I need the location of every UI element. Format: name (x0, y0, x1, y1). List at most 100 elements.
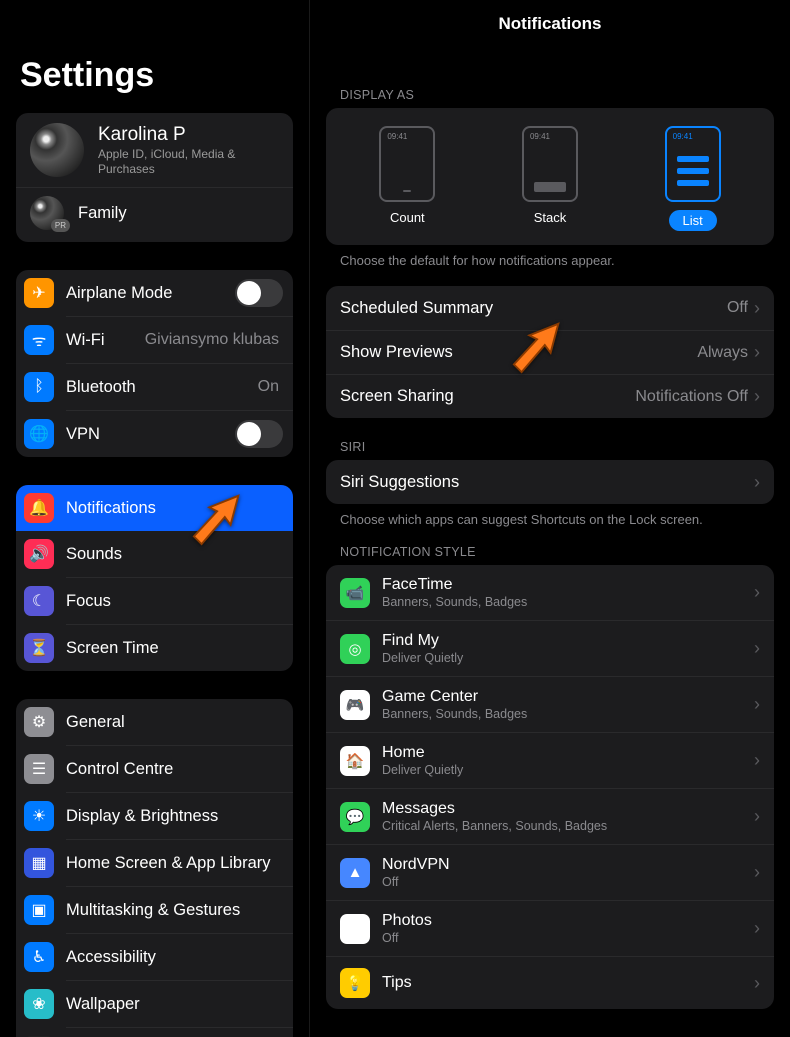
app-icon: ❋ (340, 914, 370, 944)
app-name: NordVPN (382, 856, 754, 874)
app-row-photos[interactable]: ❋ Photos Off › (326, 900, 774, 956)
sidebar-item-label: Accessibility (66, 948, 283, 967)
sidebar-item-control-centre[interactable]: ☰Control Centre (66, 745, 293, 792)
sidebar-item-multitasking-gestures[interactable]: ▣Multitasking & Gestures (66, 886, 293, 933)
sidebar-item-accessibility[interactable]: ♿︎Accessibility (66, 933, 293, 980)
wifi-icon: ᯤ (24, 325, 54, 355)
app-row-home[interactable]: 🏠 Home Deliver Quietly › (326, 732, 774, 788)
brightness-icon: ☀︎ (24, 801, 54, 831)
app-subtitle: Banners, Sounds, Badges (382, 707, 754, 721)
app-row-tips[interactable]: 💡 Tips › (326, 956, 774, 1009)
sidebar-item-bluetooth[interactable]: ᛒBluetoothOn (66, 363, 293, 410)
wallpaper-icon: ❀ (24, 989, 54, 1019)
sidebar-item-general[interactable]: ⚙︎General (16, 699, 293, 745)
sidebar-item-wi-fi[interactable]: ᯤWi-FiGiviansymo klubas (66, 316, 293, 363)
sidebar-item-label: Sounds (66, 545, 283, 564)
sound-icon: 🔊 (24, 539, 54, 569)
setting-label: Screen Sharing (340, 387, 635, 406)
profile-row[interactable]: Karolina P Apple ID, iCloud, Media & Pur… (16, 113, 293, 187)
sidebar-item-label: Bluetooth (66, 378, 258, 397)
sidebar-item-airplane-mode[interactable]: ✈︎Airplane Mode (16, 270, 293, 316)
sidebar-group-attention: 🔔Notifications🔊Sounds☾Focus⏳Screen Time (16, 485, 293, 671)
switches-icon: ☰ (24, 754, 54, 784)
page-title: Notifications (326, 0, 774, 76)
app-subtitle: Off (382, 931, 754, 945)
app-name: Messages (382, 800, 754, 818)
chevron-right-icon: › (754, 918, 760, 939)
sidebar-group-connectivity: ✈︎Airplane ModeᯤWi-FiGiviansymo klubasᛒB… (16, 270, 293, 457)
sidebar-item-home-screen-app-library[interactable]: ▦Home Screen & App Library (66, 839, 293, 886)
app-row-facetime[interactable]: 📹 FaceTime Banners, Sounds, Badges › (326, 565, 774, 620)
settings-title: Settings (20, 56, 293, 95)
app-row-find-my[interactable]: ◎ Find My Deliver Quietly › (326, 620, 774, 676)
display-opt-list[interactable]: 09:41 List (665, 126, 721, 231)
app-row-nordvpn[interactable]: ▲ NordVPN Off › (326, 844, 774, 900)
settings-sidebar: Settings Karolina P Apple ID, iCloud, Me… (0, 0, 310, 1037)
sidebar-item-label: General (66, 713, 283, 732)
chevron-right-icon: › (754, 638, 760, 659)
setting-row-screen-sharing[interactable]: Screen Sharing Notifications Off › (326, 374, 774, 418)
sidebar-group-general: ⚙︎General☰Control Centre☀︎Display & Brig… (16, 699, 293, 1037)
app-icon: 🎮 (340, 690, 370, 720)
chevron-right-icon: › (754, 694, 760, 715)
app-icon: 🏠 (340, 746, 370, 776)
sidebar-item-notifications[interactable]: 🔔Notifications (16, 485, 293, 531)
display-opt-stack[interactable]: 09:41 Stack (522, 126, 578, 231)
toggle-switch[interactable] (235, 420, 283, 448)
bell-icon: 🔔 (24, 493, 54, 523)
airplane-icon: ✈︎ (24, 278, 54, 308)
app-icon: 💬 (340, 802, 370, 832)
chevron-right-icon: › (754, 582, 760, 603)
grid-icon: ▦ (24, 848, 54, 878)
sidebar-item-screen-time[interactable]: ⏳Screen Time (66, 624, 293, 671)
notification-style-header: NOTIFICATION STYLE (340, 545, 774, 559)
toggle-switch[interactable] (235, 279, 283, 307)
family-avatar (30, 196, 64, 230)
app-icon: 📹 (340, 578, 370, 608)
app-name: Photos (382, 912, 754, 930)
family-row[interactable]: Family (16, 187, 293, 242)
app-name: FaceTime (382, 576, 754, 594)
display-opt-count[interactable]: 09:41 Count (379, 126, 435, 231)
avatar (30, 123, 84, 177)
setting-row-show-previews[interactable]: Show Previews Always › (326, 330, 774, 374)
mock-count-icon: 09:41 (379, 126, 435, 202)
sidebar-item-label: Display & Brightness (66, 807, 283, 826)
sidebar-item-label: Home Screen & App Library (66, 854, 283, 873)
profile-card: Karolina P Apple ID, iCloud, Media & Pur… (16, 113, 293, 242)
chevron-right-icon: › (754, 750, 760, 771)
app-icon: ▲ (340, 858, 370, 888)
chevron-right-icon: › (754, 472, 760, 493)
setting-value: Always (697, 344, 748, 362)
sidebar-item-label: Wallpaper (66, 995, 283, 1014)
bluetooth-icon: ᛒ (24, 372, 54, 402)
mock-list-icon: 09:41 (665, 126, 721, 202)
app-subtitle: Deliver Quietly (382, 651, 754, 665)
app-subtitle: Off (382, 875, 754, 889)
vpn-icon: 🌐 (24, 419, 54, 449)
chevron-right-icon: › (754, 298, 760, 319)
notification-settings-group: Scheduled Summary Off ›Show Previews Alw… (326, 286, 774, 418)
siri-header: SIRI (340, 440, 774, 454)
sidebar-item-label: Wi-Fi (66, 331, 145, 350)
sidebar-item-display-brightness[interactable]: ☀︎Display & Brightness (66, 792, 293, 839)
row-value: On (258, 378, 279, 396)
app-row-messages[interactable]: 💬 Messages Critical Alerts, Banners, Sou… (326, 788, 774, 844)
setting-row-scheduled-summary[interactable]: Scheduled Summary Off › (326, 286, 774, 330)
profile-name: Karolina P (98, 124, 279, 146)
siri-suggestions-row[interactable]: Siri Suggestions › (326, 460, 774, 504)
sidebar-item-sounds[interactable]: 🔊Sounds (66, 531, 293, 577)
sidebar-item-vpn[interactable]: 🌐VPN (66, 410, 293, 457)
display-as-footer: Choose the default for how notifications… (340, 253, 774, 268)
display-as-card: 09:41 Count 09:41 Stack 09:41 List (326, 108, 774, 245)
mock-stack-icon: 09:41 (522, 126, 578, 202)
sidebar-item-wallpaper[interactable]: ❀Wallpaper (66, 980, 293, 1027)
sidebar-item-focus[interactable]: ☾Focus (66, 577, 293, 624)
app-row-game-center[interactable]: 🎮 Game Center Banners, Sounds, Badges › (326, 676, 774, 732)
sidebar-item-siri-search[interactable]: ◉Siri & Search (66, 1027, 293, 1037)
app-name: Home (382, 744, 754, 762)
app-name: Tips (382, 974, 754, 992)
hourglass-icon: ⏳ (24, 633, 54, 663)
row-value: Giviansymo klubas (145, 331, 279, 349)
app-name: Game Center (382, 688, 754, 706)
